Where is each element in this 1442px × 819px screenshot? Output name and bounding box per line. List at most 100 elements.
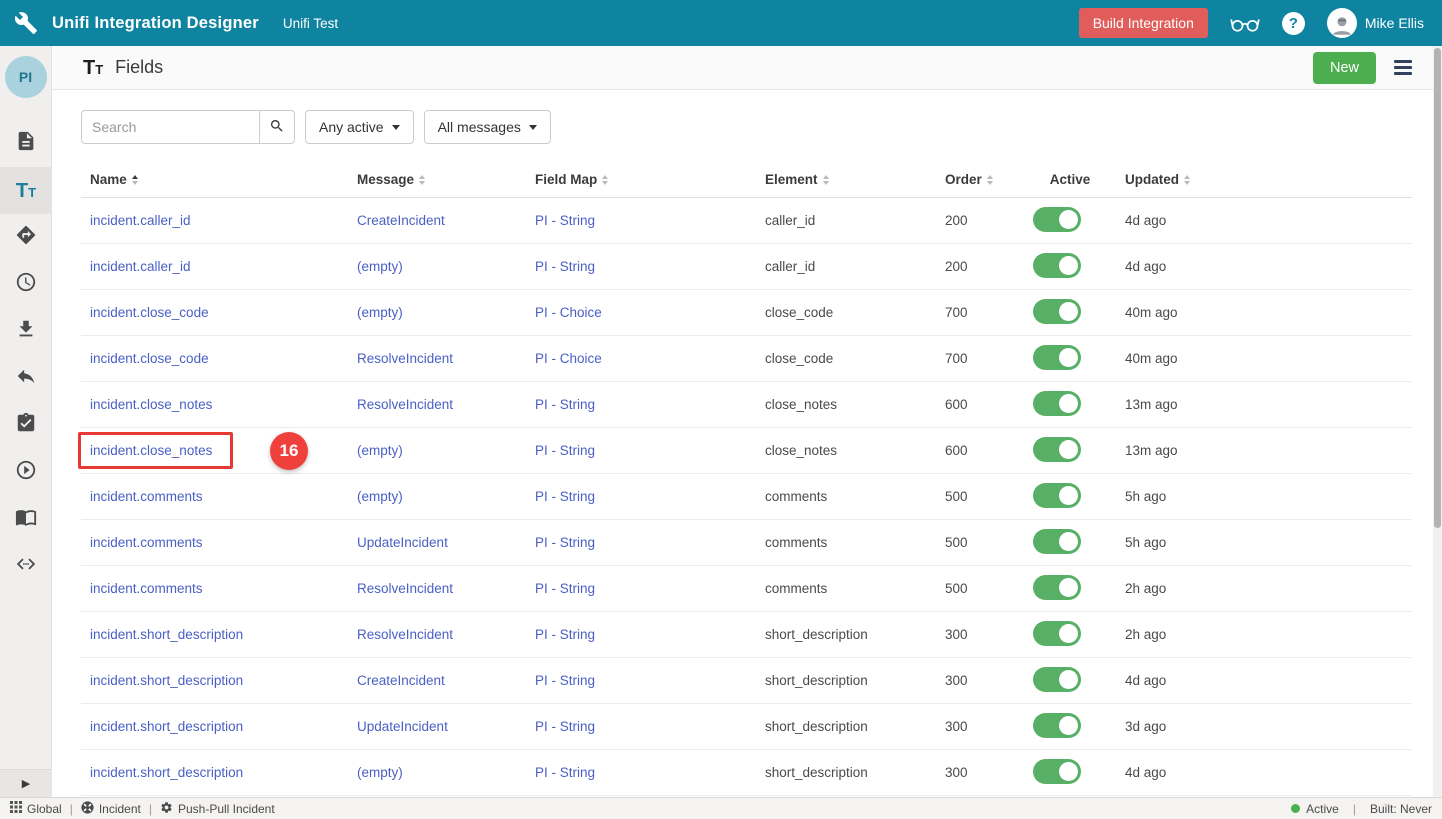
code-icon [15, 553, 37, 580]
context-item-global[interactable]: Global [10, 801, 62, 816]
sidebar-item-document[interactable] [0, 120, 52, 167]
active-toggle[interactable] [1033, 253, 1081, 278]
order-value: 700 [936, 351, 1024, 366]
build-integration-button[interactable]: Build Integration [1079, 8, 1208, 38]
message-link[interactable]: (empty) [357, 489, 403, 504]
message-link[interactable]: UpdateIncident [357, 719, 448, 734]
field-name-link[interactable]: incident.short_description [90, 765, 243, 780]
field-map-link[interactable]: PI - String [535, 535, 595, 550]
grid-icon [10, 801, 22, 816]
active-filter-dropdown[interactable]: Any active [305, 110, 414, 144]
active-toggle[interactable] [1033, 207, 1081, 232]
order-value: 500 [936, 535, 1024, 550]
field-map-link[interactable]: PI - String [535, 397, 595, 412]
environment-name[interactable]: Unifi Test [283, 16, 338, 31]
active-toggle[interactable] [1033, 483, 1081, 508]
chevron-down-icon [529, 125, 537, 130]
element-value: close_notes [756, 397, 936, 412]
updated-value: 4d ago [1116, 213, 1412, 228]
field-map-link[interactable]: PI - String [535, 719, 595, 734]
field-name-link[interactable]: incident.comments [90, 535, 203, 550]
field-map-link[interactable]: PI - String [535, 489, 595, 504]
field-map-link[interactable]: PI - Choice [535, 351, 602, 366]
user-menu[interactable]: Mike Ellis [1327, 8, 1424, 38]
field-map-link[interactable]: PI - String [535, 627, 595, 642]
field-name-link[interactable]: incident.close_code [90, 351, 209, 366]
field-name-link[interactable]: incident.close_notes [90, 443, 212, 458]
field-name-link[interactable]: incident.short_description [90, 719, 243, 734]
message-link[interactable]: CreateIncident [357, 213, 445, 228]
message-link[interactable]: ResolveIncident [357, 397, 453, 412]
field-map-link[interactable]: PI - String [535, 213, 595, 228]
field-name-link[interactable]: incident.caller_id [90, 213, 191, 228]
download-icon [15, 318, 37, 345]
sidebar-item-history[interactable] [0, 261, 52, 308]
updated-value: 4d ago [1116, 765, 1412, 780]
sidebar-item-undo[interactable] [0, 355, 52, 402]
sidebar-item-download[interactable] [0, 308, 52, 355]
message-link[interactable]: UpdateIncident [357, 535, 448, 550]
menu-icon[interactable] [1394, 60, 1420, 75]
active-toggle[interactable] [1033, 621, 1081, 646]
field-name-link[interactable]: incident.close_code [90, 305, 209, 320]
field-map-link[interactable]: PI - String [535, 673, 595, 688]
column-header-order[interactable]: Order [936, 172, 1024, 187]
field-name-link[interactable]: incident.comments [90, 581, 203, 596]
field-name-link[interactable]: incident.short_description [90, 627, 243, 642]
new-button[interactable]: New [1313, 52, 1376, 84]
field-name-link[interactable]: incident.close_notes [90, 397, 212, 412]
message-link[interactable]: (empty) [357, 765, 403, 780]
message-link[interactable]: (empty) [357, 443, 403, 458]
field-map-link[interactable]: PI - String [535, 765, 595, 780]
message-link[interactable]: CreateIncident [357, 673, 445, 688]
glasses-icon[interactable] [1230, 14, 1260, 33]
field-name-link[interactable]: incident.short_description [90, 673, 243, 688]
built-label: Built: Never [1370, 802, 1432, 816]
vertical-scrollbar[interactable] [1433, 46, 1442, 797]
active-toggle[interactable] [1033, 391, 1081, 416]
column-header-updated[interactable]: Updated [1116, 172, 1412, 187]
table-row: incident.short_description CreateIncident… [81, 658, 1412, 704]
scrollbar-thumb[interactable] [1434, 48, 1441, 528]
sidebar-item-tasks[interactable] [0, 402, 52, 449]
active-toggle[interactable] [1033, 529, 1081, 554]
column-header-message[interactable]: Message [348, 172, 526, 187]
search-input[interactable] [81, 110, 259, 144]
sidebar-item-book[interactable] [0, 496, 52, 543]
field-name-link[interactable]: incident.caller_id [90, 259, 191, 274]
context-item-push-pull-incident[interactable]: Push-Pull Incident [160, 801, 275, 817]
sidebar-item-code[interactable] [0, 543, 52, 590]
messages-filter-dropdown[interactable]: All messages [424, 110, 551, 144]
sidebar-expand-button[interactable]: ▶ [0, 769, 52, 797]
column-header-fieldmap[interactable]: Field Map [526, 172, 756, 187]
active-toggle[interactable] [1033, 575, 1081, 600]
message-link[interactable]: ResolveIncident [357, 627, 453, 642]
chevron-right-icon: ▶ [22, 777, 30, 790]
context-item-incident[interactable]: Incident [81, 801, 141, 817]
help-icon[interactable]: ? [1282, 12, 1305, 35]
wrench-icon[interactable] [0, 11, 52, 35]
search-button[interactable] [259, 110, 295, 144]
integration-avatar[interactable]: PI [5, 56, 47, 98]
field-map-link[interactable]: PI - String [535, 443, 595, 458]
sidebar-item-fields[interactable]: TT [0, 167, 52, 214]
column-header-element[interactable]: Element [756, 172, 936, 187]
message-link[interactable]: (empty) [357, 259, 403, 274]
active-toggle[interactable] [1033, 437, 1081, 462]
active-toggle[interactable] [1033, 759, 1081, 784]
active-toggle[interactable] [1033, 667, 1081, 692]
order-value: 200 [936, 213, 1024, 228]
active-toggle[interactable] [1033, 713, 1081, 738]
field-name-link[interactable]: incident.comments [90, 489, 203, 504]
sidebar-item-play[interactable] [0, 449, 52, 496]
field-map-link[interactable]: PI - String [535, 581, 595, 596]
message-link[interactable]: ResolveIncident [357, 581, 453, 596]
message-link[interactable]: (empty) [357, 305, 403, 320]
field-map-link[interactable]: PI - String [535, 259, 595, 274]
sidebar-item-directions[interactable] [0, 214, 52, 261]
field-map-link[interactable]: PI - Choice [535, 305, 602, 320]
message-link[interactable]: ResolveIncident [357, 351, 453, 366]
active-toggle[interactable] [1033, 299, 1081, 324]
active-toggle[interactable] [1033, 345, 1081, 370]
column-header-name[interactable]: Name [81, 172, 348, 187]
